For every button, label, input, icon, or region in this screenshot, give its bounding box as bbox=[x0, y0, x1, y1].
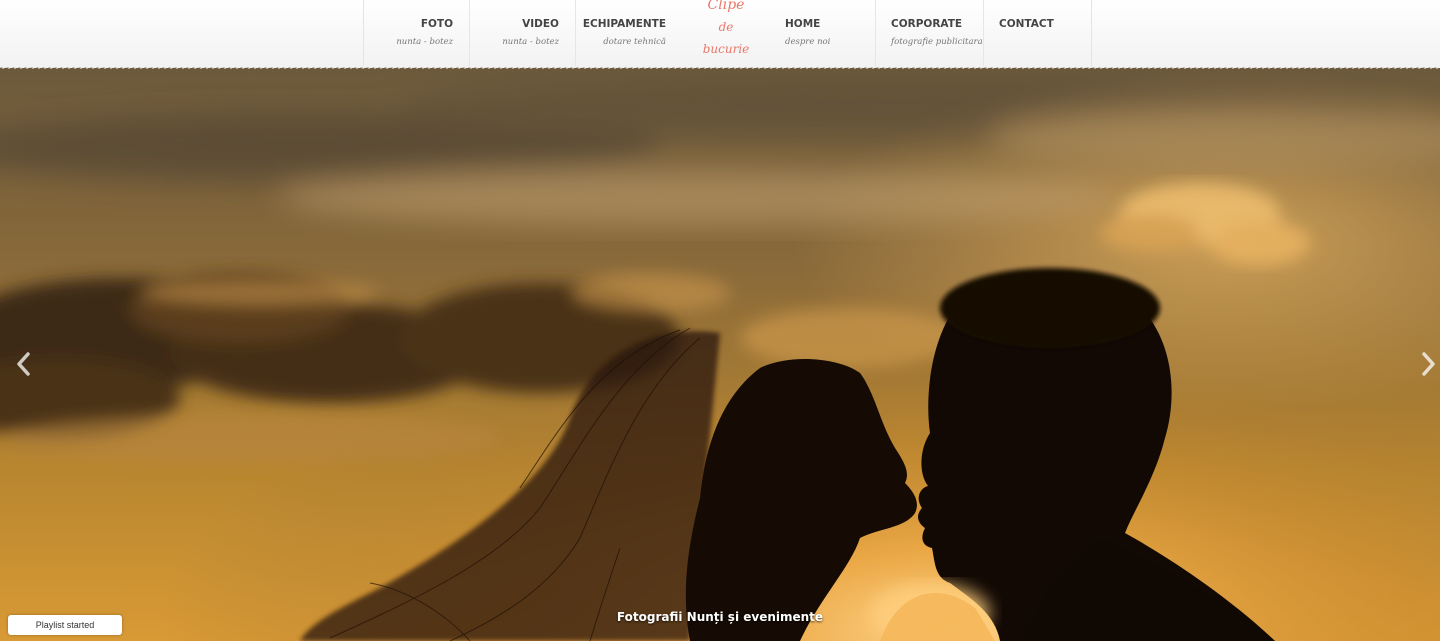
header-dotted-line bbox=[0, 67, 1440, 68]
nav-item-subtitle: dotare tehnică bbox=[603, 37, 666, 47]
playlist-toast: Playlist started bbox=[8, 615, 122, 635]
chevron-left-icon bbox=[17, 352, 30, 376]
site-logo[interactable]: Clipe de bucurie bbox=[696, 0, 756, 68]
slider-next-button[interactable] bbox=[1416, 350, 1440, 378]
logo-line: Clipe bbox=[707, 0, 745, 13]
hero-slider bbox=[0, 68, 1440, 641]
nav-item-contact[interactable]: CONTACT bbox=[984, 0, 1090, 68]
hero-photo bbox=[0, 68, 1440, 641]
nav-item-subtitle: despre noi bbox=[785, 37, 831, 47]
nav-item-home[interactable]: HOME despre noi bbox=[770, 0, 876, 68]
nav-item-corporate[interactable]: CORPORATE fotografie publicitara bbox=[876, 0, 984, 68]
logo-line: bucurie bbox=[702, 42, 750, 56]
logo-line: de bbox=[718, 20, 734, 34]
nav-item-subtitle: nunta - botez bbox=[502, 37, 559, 47]
nav-item-title: CONTACT bbox=[999, 18, 1054, 30]
page: FOTO nunta - botez VIDEO nunta - botez E… bbox=[0, 0, 1440, 641]
nav-item-echipamente[interactable]: ECHIPAMENTE dotare tehnică bbox=[576, 0, 682, 68]
nav-item-title: CORPORATE bbox=[891, 18, 963, 30]
nav-item-subtitle: nunta - botez bbox=[396, 37, 453, 47]
nav-item-foto[interactable]: FOTO nunta - botez bbox=[364, 0, 470, 68]
slide-caption: Fotografii Nunți și evenimente bbox=[616, 610, 824, 624]
nav-item-title: VIDEO bbox=[522, 18, 559, 30]
nav-item-video[interactable]: VIDEO nunta - botez bbox=[470, 0, 576, 68]
chevron-right-icon bbox=[1422, 352, 1435, 376]
nav-item-title: FOTO bbox=[420, 18, 453, 30]
nav-item-title: HOME bbox=[785, 18, 821, 30]
site-header: FOTO nunta - botez VIDEO nunta - botez E… bbox=[0, 0, 1440, 68]
slider-prev-button[interactable] bbox=[12, 350, 36, 378]
nav-item-title: ECHIPAMENTE bbox=[582, 18, 666, 30]
nav-item-subtitle: fotografie publicitara bbox=[891, 37, 983, 47]
